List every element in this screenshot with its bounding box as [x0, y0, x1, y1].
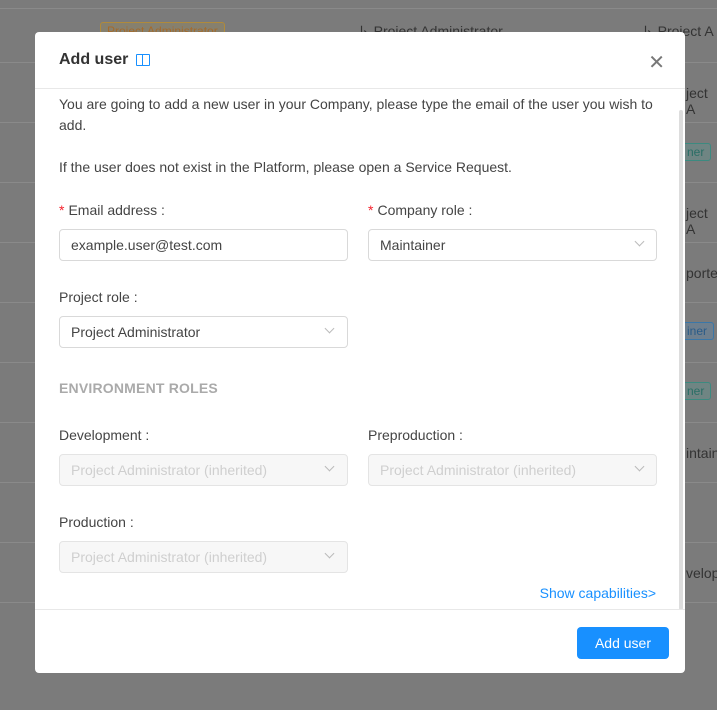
production-label: Production : — [59, 514, 134, 530]
modal-footer: Add user — [35, 609, 685, 673]
bg-text: ject A — [686, 205, 708, 237]
environment-roles-heading: ENVIRONMENT ROLES — [59, 380, 218, 396]
bg-text: intain — [686, 445, 717, 461]
close-icon[interactable]: ✕ — [648, 50, 665, 75]
modal-title: Add user — [59, 51, 129, 68]
company-role-select[interactable]: Maintainer — [368, 229, 657, 261]
scrollbar[interactable] — [679, 110, 683, 610]
modal-body: You are going to add a new user in your … — [35, 90, 685, 610]
development-role-select[interactable]: Project Administrator (inherited) — [59, 454, 348, 486]
project-role-label: Project role : — [59, 289, 138, 305]
show-capabilities-link[interactable]: Show capabilities> — [540, 585, 656, 601]
modal-header: Add user ✕ — [35, 32, 685, 89]
bg-text: ject A — [686, 85, 708, 117]
intro-text: You are going to add a new user in your … — [59, 96, 653, 133]
role-tag: iner — [680, 322, 715, 340]
add-user-button[interactable]: Add user — [577, 627, 669, 659]
development-label: Development : — [59, 427, 150, 443]
notice-text: If the user does not exist in the Platfo… — [59, 159, 512, 175]
add-user-modal: Add user ✕ You are going to add a new us… — [35, 32, 685, 673]
production-role-select[interactable]: Project Administrator (inherited) — [59, 541, 348, 573]
email-label: * Email address : — [59, 202, 165, 218]
company-role-label: * Company role : — [368, 202, 473, 218]
book-icon[interactable] — [136, 54, 151, 66]
email-field[interactable] — [59, 229, 348, 261]
preproduction-label: Preproduction : — [368, 427, 463, 443]
bg-text: porte — [686, 265, 717, 281]
bg-text: velop — [686, 565, 717, 581]
preproduction-role-select[interactable]: Project Administrator (inherited) — [368, 454, 657, 486]
project-role-select[interactable]: Project Administrator — [59, 316, 348, 348]
